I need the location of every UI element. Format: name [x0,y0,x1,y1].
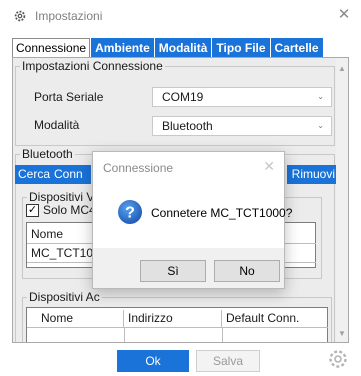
visible-devices-legend: Dispositivi Vi [27,190,99,204]
svg-text:?: ? [125,205,135,222]
tab-tipo-file[interactable]: Tipo File [212,38,270,57]
grid-divider [124,328,125,342]
connect-button[interactable]: Conn [51,165,91,184]
serial-port-select[interactable]: COM19 ⌄ [152,87,332,107]
ok-button[interactable]: Ok [117,350,189,372]
window-title: Impostazioni [35,9,103,23]
tab-ambiente[interactable]: Ambiente [91,38,154,57]
grid-header-address: Indirizzo [124,310,222,328]
settings-gear-icon[interactable] [327,348,349,370]
grid-header-name: Nome [27,310,124,328]
yes-button[interactable]: Sì [140,260,206,282]
serial-port-label: Porta Seriale [34,90,104,104]
tab-cartelle[interactable]: Cartelle [270,38,323,57]
mode-value: Bluetooth [162,119,213,133]
scroll-up-icon[interactable]: ▲ [338,64,346,73]
dialog-close-icon[interactable]: ✕ [263,158,275,175]
only-mc4-label: Solo MC4 [43,203,96,217]
dialog-title-bar: Connessione ✕ [93,152,284,182]
gear-icon [14,10,26,22]
mode-select[interactable]: Bluetooth ⌄ [152,116,332,136]
save-button[interactable]: Salva [196,350,260,372]
question-icon: ? [118,200,142,224]
grid-header-default-conn: Default Conn. [222,310,328,328]
remove-button[interactable]: Rimuovi [287,165,337,184]
connection-settings-group: Impostazioni Connessione Porta Seriale C… [15,59,335,146]
connection-settings-legend: Impostazioni Connessione [20,59,165,73]
chevron-down-icon: ⌄ [317,92,324,101]
confirm-dialog: Connessione ✕ ? Connetere MC_TCT1000? Sì… [92,151,292,289]
dialog-message: Connetere MC_TCT1000? [151,206,293,220]
scroll-down-icon[interactable]: ▼ [338,329,346,338]
vertical-scrollbar[interactable]: ▲ ▼ [336,58,348,342]
title-bar: Impostazioni ✕ [0,0,361,32]
chevron-down-icon: ⌄ [317,121,324,130]
tab-strip: Connessione Ambiente Modalità Tipo File … [12,38,324,58]
associated-devices-legend: Dispositivi Ac [27,290,102,304]
associated-devices-group: Dispositivi Ac Nome Indirizzo Default Co… [22,290,332,342]
no-button[interactable]: No [214,260,280,282]
tab-connessione[interactable]: Connessione [12,38,91,58]
associated-devices-grid: Nome Indirizzo Default Conn. [26,307,328,342]
serial-port-value: COM19 [162,90,204,104]
search-button[interactable]: Cerca [15,165,54,184]
tab-modalita[interactable]: Modalità [154,38,212,57]
mode-label: Modalità [34,118,80,132]
dialog-body: ? Connetere MC_TCT1000? [93,182,292,248]
dialog-title: Connessione [103,161,174,175]
only-mc4-checkbox[interactable]: ✓ [26,204,39,217]
grid-divider [222,328,223,342]
close-icon[interactable]: ✕ [335,6,353,24]
settings-window: Impostazioni ✕ Connessione Ambiente Moda… [0,0,361,376]
bluetooth-legend: Bluetooth [20,147,75,161]
